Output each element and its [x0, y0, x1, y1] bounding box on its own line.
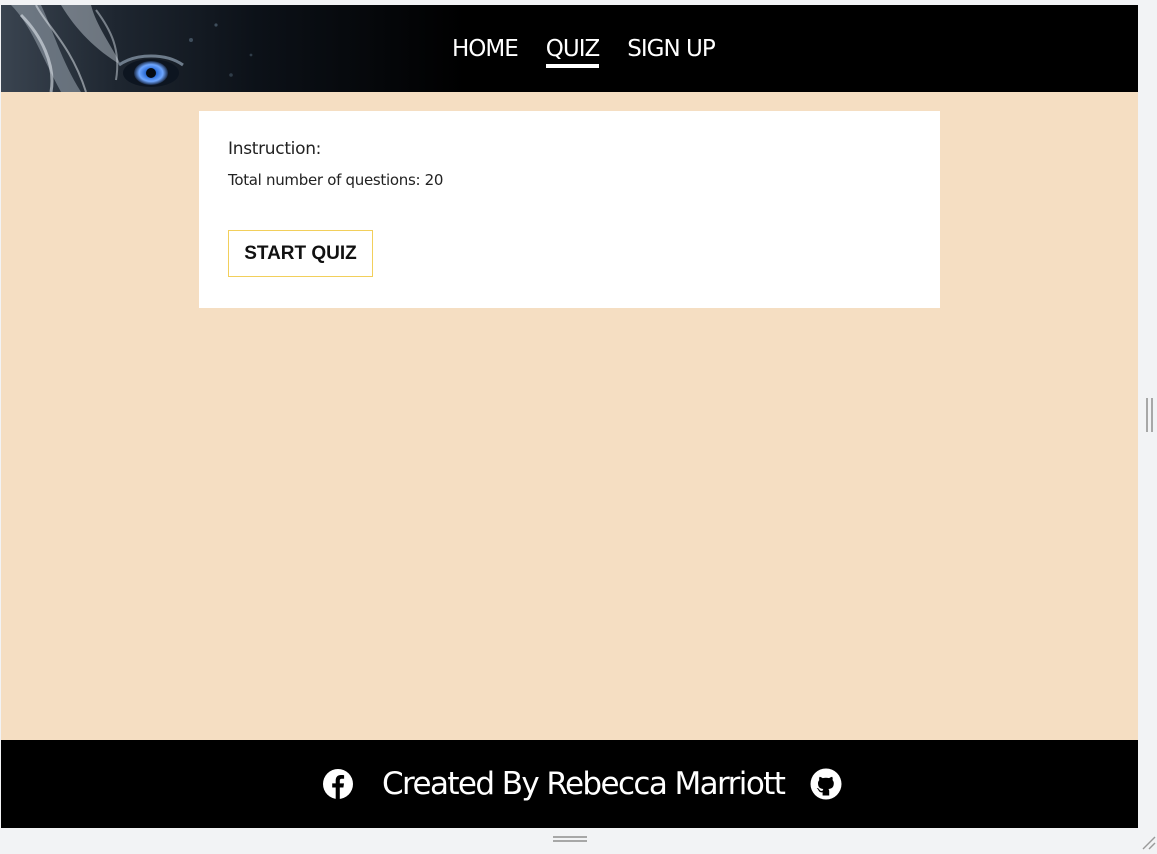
resize-grip-icon[interactable] — [1140, 834, 1156, 850]
facebook-icon[interactable] — [322, 768, 354, 800]
header-banner-image — [1, 5, 466, 92]
site-footer: Created By Rebecca Marriott — [1, 740, 1138, 828]
nav-home-link[interactable]: HOME — [452, 33, 519, 65]
vertical-resize-handle[interactable] — [1146, 398, 1154, 432]
quiz-instructions-card: Instruction: Total number of questions: … — [199, 111, 940, 308]
page-viewport: HOME QUIZ SIGN UP Instruction: Total num… — [1, 5, 1138, 828]
instruction-heading: Instruction: — [228, 139, 322, 159]
footer-credit: Created By Rebecca Marriott — [382, 766, 786, 802]
nav-signup-link[interactable]: SIGN UP — [627, 33, 715, 65]
site-header: HOME QUIZ SIGN UP — [1, 5, 1138, 92]
main-nav: HOME QUIZ SIGN UP — [452, 33, 716, 68]
nav-quiz-link[interactable]: QUIZ — [545, 33, 600, 68]
footer-content: Created By Rebecca Marriott — [322, 762, 842, 806]
start-quiz-button[interactable]: START QUIZ — [228, 230, 373, 277]
github-icon[interactable] — [810, 768, 842, 800]
question-count-text: Total number of questions: 20 — [228, 171, 444, 189]
horizontal-resize-handle[interactable] — [553, 836, 587, 844]
